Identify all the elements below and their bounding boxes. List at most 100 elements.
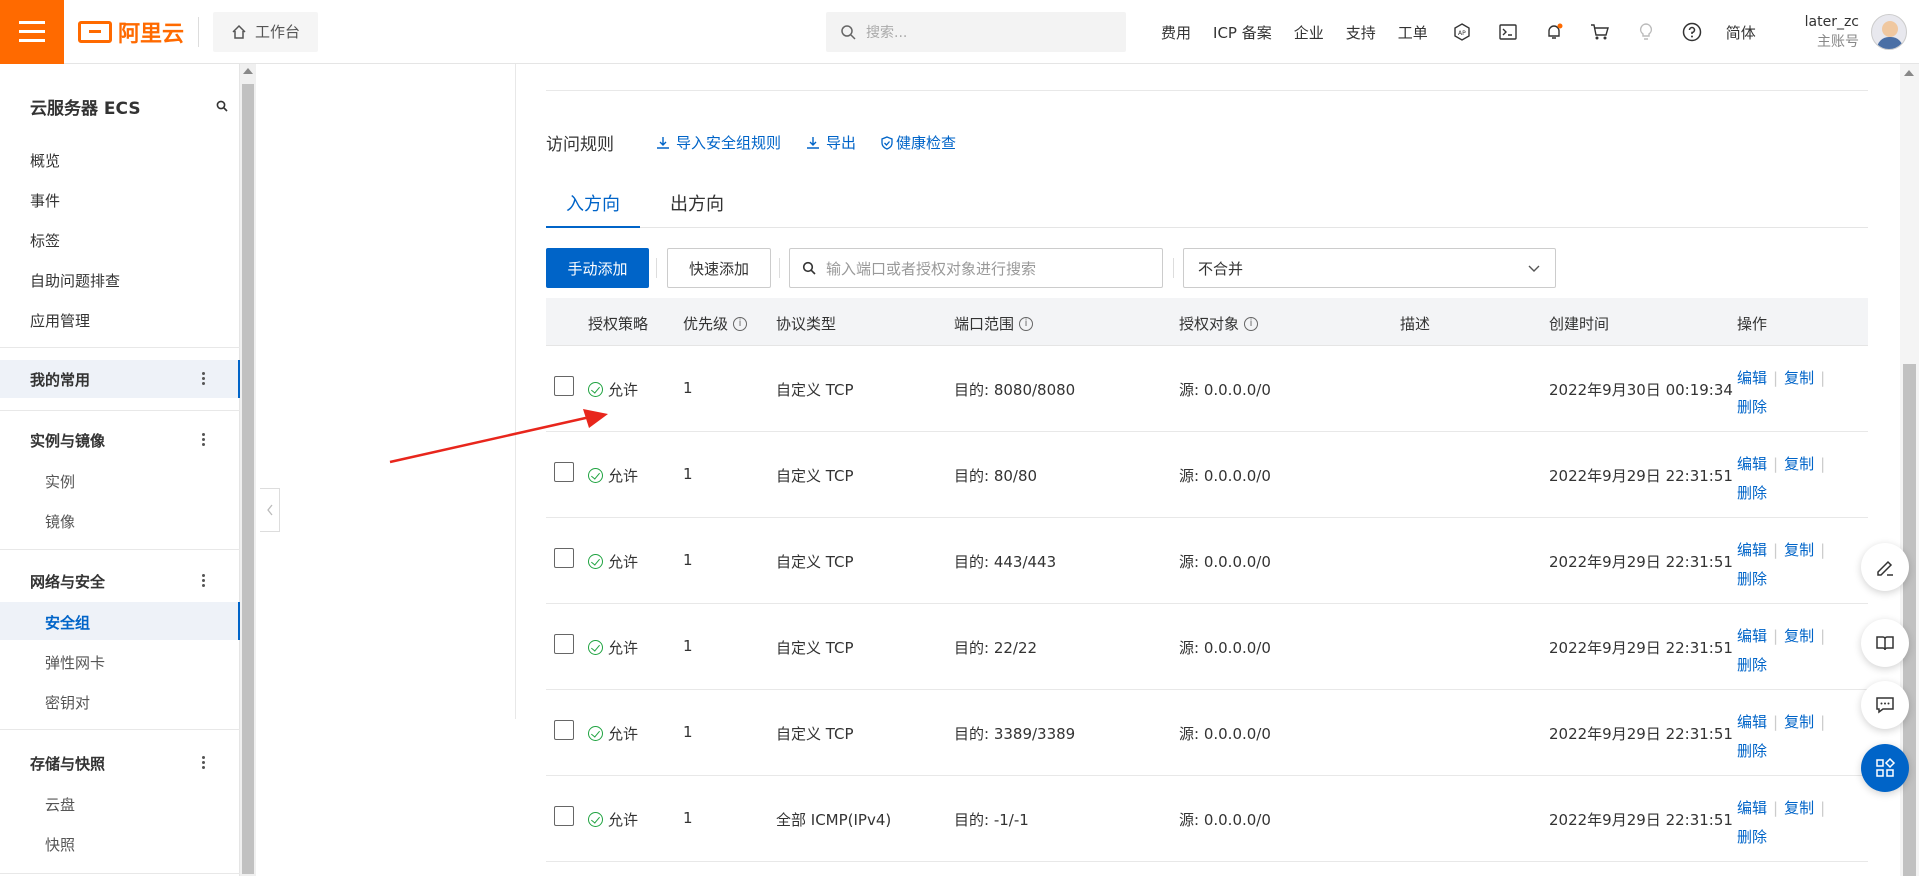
policy-cell: 允许	[588, 551, 638, 572]
sidebar-item-events[interactable]: 事件	[30, 190, 60, 211]
sidebar-item-overview[interactable]: 概览	[30, 150, 60, 171]
more-icon[interactable]	[202, 433, 206, 448]
info-icon[interactable]: i	[1244, 316, 1259, 331]
sidebar: 云服务器 ECS 概览 事件 标签 自助问题排查 应用管理 我的常用 实例与镜像…	[0, 64, 240, 876]
scroll-up-icon[interactable]	[1904, 70, 1914, 76]
created-cell: 2022年9月30日 00:19:34	[1549, 381, 1733, 399]
nav-billing[interactable]: 费用	[1150, 22, 1202, 43]
edit-link[interactable]: 编辑	[1737, 541, 1767, 559]
info-icon[interactable]: i	[733, 316, 748, 331]
apps-button[interactable]	[1861, 744, 1909, 792]
sidebar-item-app-management[interactable]: 应用管理	[30, 310, 90, 331]
delete-link[interactable]: 删除	[1737, 570, 1767, 588]
copy-link[interactable]: 复制	[1784, 455, 1814, 473]
cart-icon[interactable]	[1577, 0, 1623, 64]
sidebar-item-instance[interactable]: 实例	[45, 471, 75, 492]
delete-link[interactable]: 删除	[1737, 828, 1767, 846]
menu-icon[interactable]	[0, 0, 64, 64]
import-rules-link[interactable]: 导入安全组规则	[656, 132, 781, 153]
row-checkbox[interactable]	[554, 806, 574, 826]
merge-select[interactable]: 不合并	[1183, 248, 1556, 288]
sidebar-search-icon[interactable]	[216, 100, 228, 112]
delete-link[interactable]: 删除	[1737, 656, 1767, 674]
delete-link[interactable]: 删除	[1737, 484, 1767, 502]
delete-link[interactable]: 删除	[1737, 398, 1767, 416]
header-label: 操作	[1737, 315, 1768, 333]
copy-link[interactable]: 复制	[1784, 627, 1814, 645]
edit-link[interactable]: 编辑	[1737, 627, 1767, 645]
language-switch[interactable]: 简体	[1715, 22, 1767, 43]
more-icon[interactable]	[202, 574, 206, 589]
docs-button[interactable]	[1861, 619, 1909, 667]
sidebar-item-image[interactable]: 镜像	[45, 511, 75, 532]
row-checkbox[interactable]	[554, 462, 574, 482]
bell-icon[interactable]	[1531, 0, 1577, 64]
search-placeholder: 输入端口或者授权对象进行搜索	[826, 259, 1037, 278]
sidebar-group-instances[interactable]: 实例与镜像	[0, 421, 240, 459]
more-icon[interactable]	[202, 372, 206, 387]
nav-support[interactable]: 支持	[1335, 22, 1387, 43]
row-checkbox[interactable]	[554, 634, 574, 654]
nav-icp[interactable]: ICP 备案	[1202, 22, 1283, 43]
direction-tabs: 入方向 出方向	[546, 182, 1868, 228]
scroll-up-icon[interactable]	[243, 68, 253, 74]
sidebar-item-keypair[interactable]: 密钥对	[45, 692, 90, 713]
header-port: 端口范围 i	[954, 313, 1034, 334]
health-check-link[interactable]: 健康检查	[880, 132, 956, 153]
sidebar-group-storage[interactable]: 存储与快照	[0, 744, 240, 782]
terminal-icon[interactable]	[1485, 0, 1531, 64]
sidebar-scrollbar[interactable]	[240, 64, 256, 876]
row-checkbox[interactable]	[554, 548, 574, 568]
row-checkbox[interactable]	[554, 720, 574, 740]
row-checkbox[interactable]	[554, 376, 574, 396]
more-icon[interactable]	[202, 756, 206, 771]
avatar[interactable]	[1871, 14, 1907, 50]
copy-link[interactable]: 复制	[1784, 369, 1814, 387]
chevron-down-icon	[1528, 265, 1540, 272]
edit-link[interactable]: 编辑	[1737, 369, 1767, 387]
delete-link[interactable]: 删除	[1737, 742, 1767, 760]
sidebar-item-troubleshoot[interactable]: 自助问题排查	[30, 270, 120, 291]
aliyun-logo[interactable]: 阿里云	[78, 16, 184, 48]
feedback-edit-button[interactable]	[1861, 543, 1909, 591]
scrollbar-thumb[interactable]	[1903, 364, 1916, 876]
sidebar-item-security-group[interactable]: 安全组	[45, 612, 90, 633]
tab-outbound[interactable]: 出方向	[658, 190, 736, 228]
sidebar-item-tags[interactable]: 标签	[30, 230, 60, 251]
info-icon[interactable]: i	[1019, 316, 1034, 331]
collapse-sidebar-handle[interactable]	[260, 488, 280, 532]
sidebar-group-favorites[interactable]: 我的常用	[0, 360, 240, 398]
copy-link[interactable]: 复制	[1784, 541, 1814, 559]
sidebar-item-eni[interactable]: 弹性网卡	[45, 652, 105, 673]
scrollbar-thumb[interactable]	[242, 84, 254, 874]
edit-link[interactable]: 编辑	[1737, 713, 1767, 731]
header-priority: 优先级 i	[683, 313, 748, 334]
global-search-input[interactable]: 搜索...	[826, 12, 1126, 52]
export-link[interactable]: 导出	[806, 132, 856, 153]
copy-link[interactable]: 复制	[1784, 713, 1814, 731]
user-menu[interactable]: later_zc 主账号	[1805, 12, 1859, 52]
lightbulb-icon[interactable]	[1623, 0, 1669, 64]
api-icon[interactable]: AP	[1439, 0, 1485, 64]
check-circle-icon	[588, 468, 603, 483]
export-icon	[807, 136, 819, 149]
sidebar-group-network[interactable]: 网络与安全	[0, 562, 240, 600]
copy-link[interactable]: 复制	[1784, 799, 1814, 817]
help-icon[interactable]	[1669, 0, 1715, 64]
tab-inbound[interactable]: 入方向	[546, 190, 640, 228]
sidebar-item-snapshot[interactable]: 快照	[45, 834, 75, 855]
workbench-button[interactable]: 工作台	[213, 11, 319, 52]
rule-search-input[interactable]: 输入端口或者授权对象进行搜索	[789, 248, 1163, 288]
actions-cell: 编辑 | 复制 | 删除	[1737, 708, 1831, 766]
separator: |	[1773, 713, 1779, 731]
edit-link[interactable]: 编辑	[1737, 455, 1767, 473]
nav-enterprise[interactable]: 企业	[1283, 22, 1335, 43]
edit-link[interactable]: 编辑	[1737, 799, 1767, 817]
manual-add-button[interactable]: 手动添加	[546, 248, 649, 288]
chat-button[interactable]	[1861, 681, 1909, 729]
separator: |	[1820, 455, 1826, 473]
sidebar-item-disk[interactable]: 云盘	[45, 794, 75, 815]
header-desc: 描述	[1400, 313, 1430, 334]
nav-ticket[interactable]: 工单	[1387, 22, 1439, 43]
quick-add-button[interactable]: 快速添加	[667, 248, 771, 288]
